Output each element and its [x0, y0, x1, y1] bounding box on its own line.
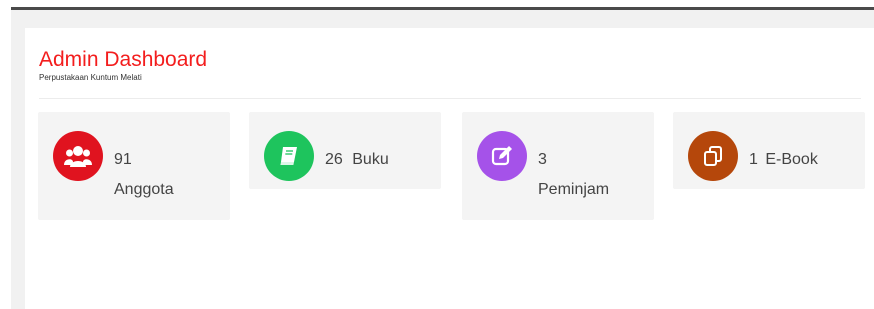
stat-value-ebook: 1	[749, 151, 758, 168]
stat-text-buku: 26 Buku	[325, 145, 389, 175]
stat-text-peminjam: 3 Peminjam	[538, 145, 609, 205]
copy-icon	[688, 131, 738, 181]
stat-card-anggota[interactable]: 91 Anggota	[38, 112, 230, 220]
users-icon	[53, 131, 103, 181]
stat-value-anggota: 91	[114, 151, 132, 168]
stat-card-ebook[interactable]: 1 E-Book	[673, 112, 865, 189]
book-icon	[264, 131, 314, 181]
stat-label-peminjam: Peminjam	[538, 181, 610, 198]
page-subtitle: Perpustakaan Kuntum Melati	[39, 73, 142, 82]
stat-label-ebook: E-Book	[765, 151, 818, 168]
stat-card-buku[interactable]: 26 Buku	[249, 112, 441, 189]
stat-value-peminjam: 3	[538, 151, 547, 168]
stat-card-peminjam[interactable]: 3 Peminjam	[462, 112, 654, 220]
stat-label-anggota: Anggota	[114, 181, 174, 198]
stat-text-anggota: 91 Anggota	[114, 145, 174, 205]
stat-value-buku: 26	[325, 151, 343, 168]
stat-label-buku: Buku	[352, 151, 389, 168]
header-divider	[39, 98, 861, 99]
page-title: Admin Dashboard	[39, 48, 208, 71]
edit-icon	[477, 131, 527, 181]
stat-text-ebook: 1 E-Book	[749, 145, 818, 175]
